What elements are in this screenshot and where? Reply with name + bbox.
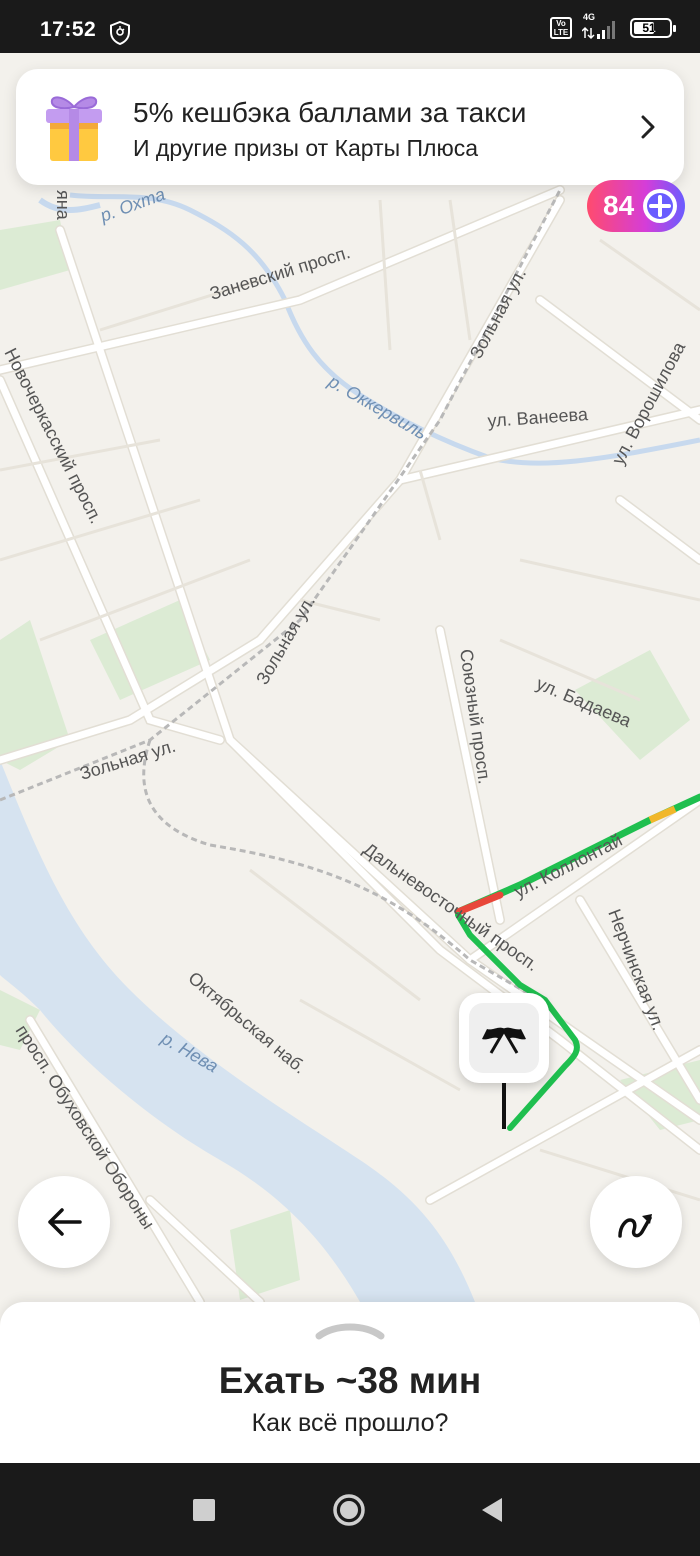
status-time: 17:52 (40, 18, 97, 41)
street-label: яна (53, 190, 73, 221)
sheet-handle-icon[interactable] (315, 1320, 385, 1340)
street-label: ул. Ванеева (487, 404, 590, 431)
arrow-left-icon (48, 1208, 82, 1236)
water-label: р. Охта (97, 184, 168, 226)
map-canvas[interactable]: Заневский просп. Зольная ул. ул. Ванеева… (0, 53, 700, 1463)
status-bar: 17:52 Vo LTE 4G 51 (0, 0, 700, 53)
status-indicators: Vo LTE 4G 51 (550, 12, 676, 40)
street-label: Зольная ул. (466, 265, 530, 362)
trip-bottom-sheet[interactable]: Ехать ~38 мин Как всё прошло? (0, 1302, 700, 1463)
battery-icon: 51 (630, 18, 676, 38)
finish-marker[interactable] (459, 993, 549, 1083)
signal-icon: 4G (582, 12, 620, 40)
plus-icon (643, 189, 677, 223)
system-nav-bar (0, 1463, 700, 1556)
trip-duration: Ехать ~38 мин (218, 1360, 482, 1401)
route-icon (618, 1214, 652, 1238)
street-label: Зольная ул. (77, 736, 178, 784)
gift-icon (46, 96, 102, 161)
plus-points-badge[interactable]: 84 (587, 180, 685, 232)
battery-level: 51 (642, 21, 656, 35)
trip-feedback-prompt: Как всё прошло? (251, 1409, 449, 1437)
recents-icon[interactable] (193, 1499, 215, 1521)
back-button[interactable] (18, 1176, 110, 1268)
shield-icon (110, 21, 130, 45)
water-label: р. Оккервиль (324, 371, 430, 444)
street-label: Нерчинская ул. (604, 906, 669, 1033)
volte-badge: Vo LTE (550, 17, 572, 39)
promo-title: 5% кешбэка баллами за такси (133, 97, 527, 128)
home-icon[interactable] (332, 1493, 366, 1527)
route-button[interactable] (590, 1176, 682, 1268)
promo-banner[interactable]: 5% кешбэка баллами за такси И другие при… (16, 69, 684, 185)
finish-flags-icon (482, 1027, 526, 1054)
back-icon[interactable] (480, 1496, 504, 1524)
chevron-right-icon (641, 115, 655, 139)
finish-marker-stem (502, 1083, 506, 1129)
promo-subtitle: И другие призы от Карты Плюса (133, 135, 478, 161)
plus-points-count: 84 (603, 190, 635, 221)
map-view[interactable]: Заневский просп. Зольная ул. ул. Ванеева… (0, 53, 700, 1463)
